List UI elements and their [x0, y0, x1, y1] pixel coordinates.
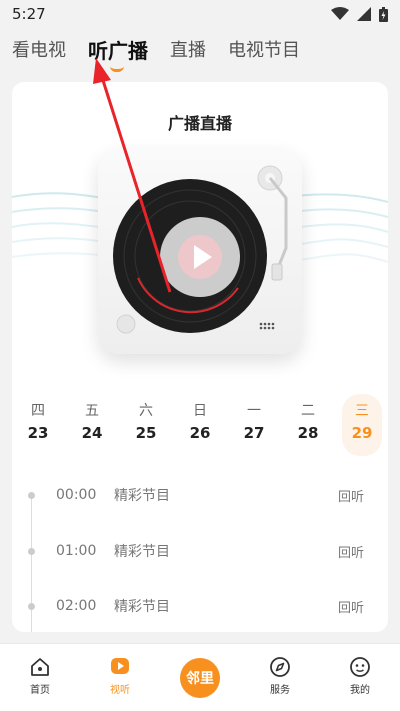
date-item[interactable]: 五 24	[72, 394, 112, 456]
battery-icon	[379, 6, 388, 22]
nav-mine[interactable]: 我的	[330, 644, 390, 711]
tab-radio[interactable]: 听广播	[88, 35, 148, 72]
day-number: 28	[297, 424, 319, 442]
timeline-dot	[28, 602, 35, 610]
replay-button[interactable]: 回听	[338, 542, 364, 561]
weekday-label: 三	[355, 403, 369, 419]
schedule-row: 02:00 精彩节目 回听	[12, 591, 388, 621]
tab-label: 直播	[170, 40, 206, 61]
schedule-time: 00:00	[56, 487, 97, 503]
nav-center-label: 邻里	[186, 671, 214, 687]
timeline-dot	[28, 547, 35, 555]
nav-label: 我的	[350, 685, 370, 696]
schedule-time: 01:00	[56, 543, 97, 559]
status-icons	[331, 6, 388, 22]
status-bar: 5:27	[0, 0, 400, 28]
nav-home[interactable]: 首页	[10, 644, 70, 711]
date-item[interactable]: 二 28	[288, 394, 328, 456]
tab-live[interactable]: 直播	[170, 36, 206, 62]
compass-icon	[270, 657, 290, 677]
nav-watch[interactable]: 视听	[90, 644, 150, 711]
radio-card: 广播直播 四 23 五 24 六 25 日 26 一 27 二 28 三 29 …	[12, 82, 388, 632]
profile-icon	[350, 657, 370, 677]
day-number: 23	[27, 424, 49, 442]
tab-label: 电视节目	[228, 40, 300, 61]
weekday-label: 一	[247, 403, 261, 419]
tab-label: 听广播	[88, 38, 148, 63]
nav-service[interactable]: 服务	[250, 644, 310, 711]
date-selector: 四 23 五 24 六 25 日 26 一 27 二 28 三 29	[12, 394, 388, 456]
tab-tv[interactable]: 看电视	[12, 36, 66, 62]
date-item[interactable]: 四 23	[18, 394, 58, 456]
nav-neighbor-button[interactable]: 邻里	[180, 658, 220, 698]
date-item[interactable]: 日 26	[180, 394, 220, 456]
tab-active-indicator	[110, 66, 124, 72]
replay-button[interactable]: 回听	[338, 597, 364, 616]
weekday-label: 五	[85, 403, 99, 419]
tab-tv-programs[interactable]: 电视节目	[228, 36, 300, 62]
nav-label: 首页	[30, 685, 50, 696]
date-item[interactable]: 一 27	[234, 394, 274, 456]
nav-label: 服务	[270, 685, 290, 696]
status-time: 5:27	[12, 5, 46, 23]
weekday-label: 日	[193, 403, 207, 419]
nav-label: 视听	[110, 685, 130, 696]
weekday-label: 四	[31, 403, 45, 419]
weekday-label: 六	[139, 403, 153, 419]
card-title: 广播直播	[167, 114, 232, 133]
date-item-selected[interactable]: 三 29	[342, 394, 382, 456]
home-icon	[31, 658, 49, 676]
video-icon	[111, 658, 129, 674]
replay-button[interactable]: 回听	[338, 486, 364, 505]
date-item[interactable]: 六 25	[126, 394, 166, 456]
schedule-time: 02:00	[56, 598, 97, 614]
schedule-row: 00:00 精彩节目 回听	[12, 480, 388, 510]
day-number: 25	[135, 424, 157, 442]
wifi-icon	[331, 7, 349, 20]
schedule-program: 精彩节目	[114, 544, 170, 560]
schedule-program: 精彩节目	[114, 488, 170, 504]
signal-icon	[357, 7, 371, 21]
bottom-nav: 首页 视听 邻里 服务 我的	[0, 643, 400, 711]
tab-label: 看电视	[12, 40, 66, 61]
day-number: 27	[243, 424, 265, 442]
play-button[interactable]	[160, 217, 240, 297]
play-icon	[178, 235, 222, 279]
top-tabs: 看电视 听广播 直播 电视节目	[0, 28, 400, 72]
day-number: 26	[189, 424, 211, 442]
day-number: 29	[351, 424, 373, 442]
day-number: 24	[81, 424, 103, 442]
schedule-row: 01:00 精彩节目 回听	[12, 536, 388, 566]
weekday-label: 二	[301, 403, 315, 419]
timeline-dot	[28, 491, 35, 499]
schedule-program: 精彩节目	[114, 599, 170, 615]
